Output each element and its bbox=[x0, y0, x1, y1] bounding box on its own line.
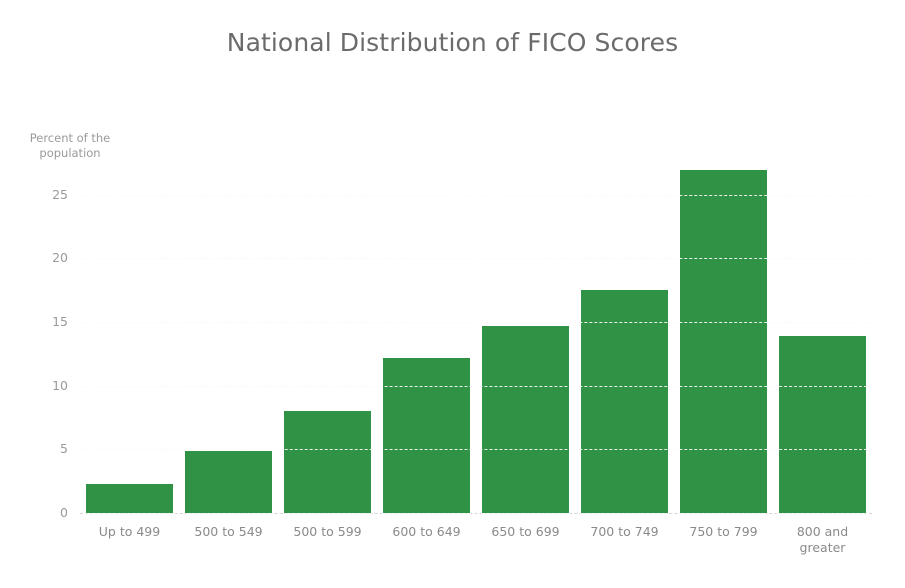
bar[interactable] bbox=[185, 450, 272, 513]
plot-area bbox=[80, 150, 872, 514]
y-axis-tick-label: 20 bbox=[52, 250, 68, 266]
bar[interactable] bbox=[779, 335, 866, 513]
bar[interactable] bbox=[482, 325, 569, 513]
y-axis-tick-label: 10 bbox=[52, 377, 68, 393]
gridline-overlay bbox=[80, 385, 872, 387]
bar[interactable] bbox=[581, 290, 668, 513]
chart-title: National Distribution of FICO Scores bbox=[226, 28, 679, 57]
axis-baseline bbox=[80, 513, 872, 514]
gridline-overlay bbox=[80, 194, 872, 196]
chart-container: National Distribution of FICO Scores Per… bbox=[0, 0, 905, 588]
x-axis-tick-label: 800 and greater bbox=[796, 524, 849, 555]
gridline-overlay bbox=[80, 258, 872, 260]
y-axis-tick-label: 15 bbox=[52, 313, 68, 329]
y-axis-tick-label: 25 bbox=[52, 186, 68, 202]
bar[interactable] bbox=[383, 357, 470, 513]
gridline-overlay bbox=[80, 449, 872, 451]
y-axis-tick-label: 0 bbox=[60, 505, 68, 520]
bar[interactable] bbox=[86, 483, 173, 513]
bar[interactable] bbox=[680, 170, 767, 513]
gridline-overlay bbox=[80, 321, 872, 323]
bar[interactable] bbox=[284, 411, 371, 513]
y-axis-tick-label: 5 bbox=[60, 441, 68, 457]
